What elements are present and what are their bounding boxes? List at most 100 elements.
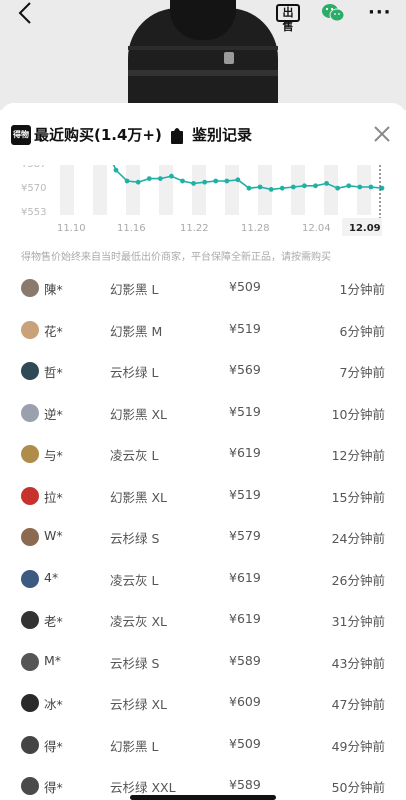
x-tick-label: 11.10 bbox=[57, 223, 86, 234]
avatar[interactable] bbox=[21, 735, 39, 754]
purchase-time: 47分钟前 bbox=[331, 697, 385, 712]
avatar[interactable] bbox=[21, 486, 39, 505]
purchase-time: 6分钟前 bbox=[339, 323, 385, 339]
buyer-name: 花* bbox=[44, 323, 63, 339]
data-point bbox=[302, 183, 307, 189]
purchase-time: 26分钟前 bbox=[331, 572, 385, 588]
price-trend-chart: ¥587 ¥570 ¥553 11.10 11.16 11.22 11.28 12.04 12.… bbox=[21, 165, 385, 236]
y-tick-label: ¥570 bbox=[21, 183, 46, 194]
buyer-name: W* bbox=[44, 528, 63, 543]
purchase-price: ¥519 bbox=[229, 486, 261, 502]
data-point bbox=[313, 183, 318, 189]
data-point bbox=[202, 179, 208, 185]
avatar[interactable] bbox=[21, 528, 39, 546]
product-spec: 幻影黑 XL bbox=[110, 406, 168, 422]
avatar[interactable] bbox=[21, 694, 39, 712]
product-spec: 凌云灰 L bbox=[110, 448, 159, 463]
data-point bbox=[290, 184, 296, 190]
purchase-row: M* 云杉绿 S ¥589 43分钟前 bbox=[0, 647, 406, 689]
purchase-row: 得* 幻影黑 L ¥509 49分钟前 bbox=[0, 730, 406, 772]
purchase-time: 24分钟前 bbox=[331, 531, 385, 546]
data-point bbox=[346, 183, 352, 189]
chart-bg-bar bbox=[291, 165, 305, 215]
back-chevron-icon[interactable] bbox=[18, 2, 42, 26]
purchase-time: 10分钟前 bbox=[331, 406, 385, 422]
purchase-price: ¥619 bbox=[229, 569, 261, 585]
purchase-time: 49分钟前 bbox=[331, 738, 385, 754]
purchase-price: ¥619 bbox=[229, 611, 261, 626]
product-spec: 云杉绿 XXL bbox=[110, 780, 176, 795]
purchase-price: ¥519 bbox=[229, 403, 261, 419]
product-spec: 幻影黑 M bbox=[110, 323, 163, 339]
product-spec: 云杉绿 S bbox=[110, 655, 160, 671]
purchase-price: ¥509 bbox=[229, 735, 261, 751]
purchase-row: W* 云杉绿 S ¥579 24分钟前 bbox=[0, 522, 406, 564]
purchase-price: ¥579 bbox=[229, 528, 261, 543]
avatar[interactable] bbox=[21, 569, 39, 588]
chart-bg-bar bbox=[93, 165, 107, 215]
chart-bg-bar bbox=[60, 165, 74, 215]
data-point bbox=[191, 181, 196, 186]
data-point bbox=[157, 176, 163, 181]
buyer-name: 哲* bbox=[44, 365, 63, 380]
product-spec: 幻影黑 L bbox=[110, 282, 159, 297]
chart-bg-bar bbox=[192, 165, 206, 215]
wechat-icon[interactable] bbox=[321, 3, 345, 23]
close-icon[interactable] bbox=[371, 123, 393, 145]
avatar[interactable] bbox=[21, 320, 39, 339]
purchase-price: ¥509 bbox=[229, 279, 261, 294]
chart-bg-bar bbox=[225, 165, 239, 215]
buyer-name: 与* bbox=[44, 448, 63, 463]
purchase-price: ¥589 bbox=[229, 777, 261, 792]
tab-recent-purchases[interactable]: 最近购买(1.4万+) bbox=[34, 124, 162, 145]
chart-bg-bar bbox=[357, 165, 371, 215]
product-spec: 幻影黑 L bbox=[110, 738, 159, 754]
data-point bbox=[335, 185, 341, 191]
avatar[interactable] bbox=[21, 611, 39, 629]
jacket-stripe bbox=[128, 46, 278, 50]
sheet-tabs: 得物 最近购买(1.4万+) 鉴别记录 bbox=[0, 103, 406, 167]
purchase-time: 31分钟前 bbox=[331, 614, 385, 629]
x-tick-label: 11.16 bbox=[117, 223, 146, 234]
data-point bbox=[235, 177, 241, 183]
x-tick-label: 11.28 bbox=[241, 223, 270, 234]
data-point bbox=[268, 187, 274, 192]
avatar[interactable] bbox=[21, 279, 39, 297]
chart-bg-bar bbox=[159, 165, 173, 215]
avatar[interactable] bbox=[21, 652, 39, 671]
data-point bbox=[113, 167, 119, 173]
data-point bbox=[368, 184, 374, 190]
purchase-time: 7分钟前 bbox=[339, 365, 385, 380]
purchase-row: 陳* 幻影黑 L ¥509 1分钟前 bbox=[0, 273, 406, 315]
more-dots-icon[interactable]: ··· bbox=[368, 2, 392, 23]
avatar[interactable] bbox=[21, 445, 39, 463]
data-point bbox=[324, 181, 329, 186]
data-point bbox=[224, 178, 230, 184]
purchase-row: 哲* 云杉绿 L ¥569 7分钟前 bbox=[0, 356, 406, 398]
purchase-row: 逆* 幻影黑 XL ¥519 10分钟前 bbox=[0, 398, 406, 440]
purchase-price: ¥519 bbox=[229, 320, 261, 336]
data-point bbox=[146, 176, 152, 181]
avatar[interactable] bbox=[21, 777, 39, 795]
recent-purchases-sheet: 得物 最近购买(1.4万+) 鉴别记录 ¥587 ¥570 ¥553 11.10 11.… bbox=[0, 103, 406, 800]
avatar[interactable] bbox=[21, 362, 39, 380]
data-point bbox=[135, 179, 141, 185]
buyer-name: 逆* bbox=[44, 406, 63, 422]
product-photo: 出售 ··· bbox=[0, 0, 406, 110]
series-line bbox=[112, 165, 383, 191]
purchase-row: 拉* 幻影黑 XL ¥519 15分钟前 bbox=[0, 481, 406, 523]
chushou-icon[interactable]: 出售 bbox=[276, 4, 300, 33]
product-spec: 云杉绿 XL bbox=[110, 697, 168, 712]
tab-authentication-records[interactable]: 鉴别记录 bbox=[192, 124, 252, 145]
data-point bbox=[279, 185, 285, 191]
buyer-name: 得* bbox=[44, 738, 63, 754]
dewu-logo: 得物 bbox=[11, 125, 31, 145]
data-point bbox=[213, 178, 219, 184]
data-point bbox=[180, 178, 185, 184]
y-tick-label: ¥553 bbox=[21, 207, 46, 218]
product-spec: 幻影黑 XL bbox=[110, 489, 168, 505]
data-point bbox=[124, 178, 130, 184]
buyer-name: 陳* bbox=[44, 282, 63, 297]
product-spec: 凌云灰 XL bbox=[110, 614, 168, 629]
avatar[interactable] bbox=[21, 403, 39, 422]
